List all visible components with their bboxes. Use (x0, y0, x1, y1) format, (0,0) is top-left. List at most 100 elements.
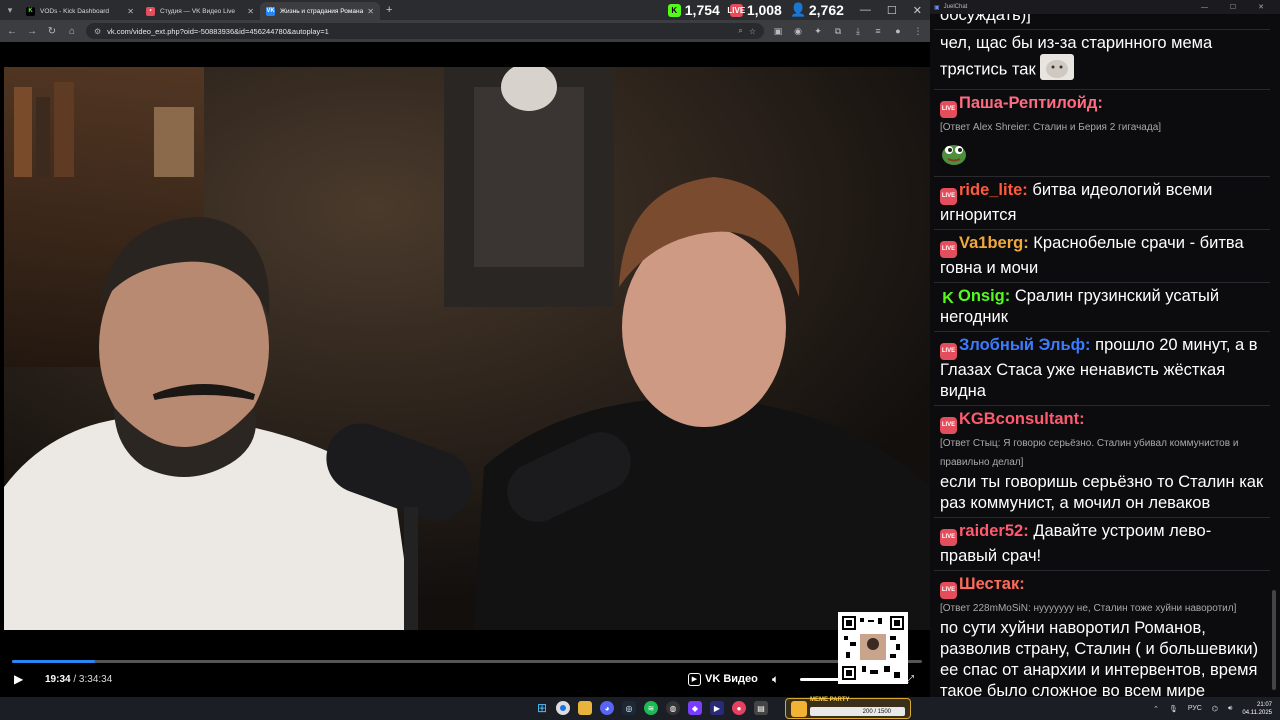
bookmark-star-icon[interactable]: ☆ (749, 27, 756, 36)
address-bar[interactable]: ⚙ vk.com/video_ext.php?oid=-50883936&id=… (86, 23, 764, 39)
site-info-icon[interactable]: ⚙ (94, 27, 101, 36)
kick-viewer-stat: K 1,754 (667, 2, 720, 18)
address-toolbar: ← → ↻ ⌂ ⚙ vk.com/video_ext.php?oid=-5088… (0, 20, 930, 42)
profile-icon[interactable]: ● (892, 26, 904, 36)
chat-message-text: по сути хуйни наворотил Романов, разволи… (940, 619, 1259, 697)
clock-date: 04.11.2025 (1242, 709, 1272, 716)
video-scene-image (4, 67, 930, 630)
tab-title: VODs - Kick Dashboard (40, 7, 109, 15)
qr-code-overlay (838, 612, 908, 684)
chat-message: LIVE Va1berg: Краснобелые срачи - битва г… (934, 230, 1270, 283)
lang-indicator[interactable]: РУС (1188, 705, 1202, 712)
chat-window-controls[interactable]: — ☐ ✕ (1201, 3, 1274, 11)
close-tab-icon[interactable]: ✕ (127, 7, 134, 16)
network-icon[interactable]: ⌬ (1212, 705, 1218, 713)
chat-username[interactable]: KGBconsultant: (959, 410, 1085, 428)
tab-strip: ▾ K VODs - Kick Dashboard ✕ • Студия — V… (0, 0, 930, 20)
play-icon[interactable]: ▶ (14, 672, 23, 686)
person-icon: 👤 (790, 2, 807, 17)
back-icon[interactable]: ← (6, 26, 18, 37)
cat-emote-icon (1040, 54, 1075, 86)
folder-icon[interactable] (578, 701, 592, 715)
extension-icon[interactable]: ✦ (812, 26, 824, 37)
windows-start-icon[interactable]: ⊞ (535, 701, 549, 715)
system-tray: ⌃ 🎙︎ РУС ⌬ 🔊︎ 21:07 04.11.2025 (1153, 697, 1272, 720)
reload-icon[interactable]: ↻ (46, 26, 58, 37)
total-viewer-count: 2,762 (808, 2, 844, 18)
zoom-icon[interactable]: ⌕ (738, 26, 742, 36)
chat-username[interactable]: Onsig: (958, 287, 1010, 305)
duration: / 3:34:34 (73, 673, 113, 685)
maximize-window-icon[interactable]: ☐ (887, 4, 897, 17)
meme-party-label: MEME PARTY (810, 697, 850, 703)
volume-slider[interactable] (800, 678, 840, 681)
forward-icon[interactable]: → (26, 26, 38, 37)
media-control-icon[interactable]: ≡ (872, 26, 884, 36)
download-icon[interactable]: ⤓ (852, 26, 864, 37)
tab-search-icon[interactable]: ▾ (0, 0, 20, 20)
close-tab-icon[interactable]: ✕ (247, 7, 254, 16)
chrome-icon[interactable] (556, 701, 570, 715)
chat-username[interactable]: Злобный Эльф: (959, 336, 1091, 354)
tab-title: Студия — VK Видео Live (160, 7, 236, 15)
app-icon[interactable]: ● (732, 701, 746, 715)
vk-viewer-count: 1,008 (746, 2, 782, 18)
tab-vk-studio[interactable]: • Студия — VK Видео Live ✕ (140, 2, 260, 20)
chevron-up-icon[interactable]: ⌃ (1153, 705, 1159, 713)
chat-username[interactable]: ride_lite: (959, 181, 1028, 199)
discord-icon[interactable]: ◕ (600, 701, 614, 715)
brand-label: VK Видео (705, 673, 758, 685)
pepe-frog-emote-icon (940, 139, 1264, 173)
obs-icon[interactable]: ◍ (666, 701, 680, 715)
vk-viewer-stat: LIVE 1,008 (727, 2, 782, 18)
viewer-stats: K 1,754 LIVE 1,008 👤 2,762 — ☐ ✕ (667, 0, 922, 20)
spotify-icon[interactable]: ≋ (644, 701, 658, 715)
chat-window: ▣ JuelChat — ☐ ✕ обсуждать)] чел, щас бы … (930, 0, 1280, 697)
chat-message: обсуждать)] (934, 14, 1270, 30)
media-player-icon[interactable]: ▶ (710, 701, 724, 715)
app-icon[interactable]: ◆ (688, 701, 702, 715)
extension-icon[interactable]: ▣ (772, 26, 784, 37)
chat-message: LIVE Паша-Рептилойд: [Ответ Alex Shreier:… (934, 90, 1270, 177)
chat-username[interactable]: Va1berg: (959, 234, 1029, 252)
total-viewer-stat: 👤 2,762 (790, 2, 844, 18)
chat-username[interactable]: Паша-Рептилойд: (959, 94, 1103, 112)
chat-username[interactable]: Шестак: (959, 575, 1025, 593)
vk-video-brand[interactable]: ▶ VK Видео (688, 672, 758, 686)
video-progress-bar[interactable] (12, 660, 922, 663)
clock[interactable]: 21:07 04.11.2025 (1242, 701, 1272, 717)
time-display: 19:34 / 3:34:34 (45, 674, 112, 685)
chat-message: K Onsig: Сралин грузинский усатый негодни… (934, 283, 1270, 332)
video-frame[interactable] (4, 67, 930, 630)
chat-reply-quote: [Ответ 228mMoSiN: нууууууу не, Сталин то… (940, 603, 1237, 614)
current-time: 19:34 (45, 673, 71, 685)
app-icon[interactable]: ▤ (754, 701, 768, 715)
close-window-icon[interactable]: ✕ (913, 4, 922, 17)
steam-icon[interactable]: ◎ (622, 701, 636, 715)
extensions-puzzle-icon[interactable]: ⧉ (832, 26, 844, 37)
vk-live-platform-icon: LIVE (940, 241, 957, 258)
speaker-tray-icon[interactable]: 🔊︎ (1228, 705, 1232, 713)
qr-code-image (842, 616, 904, 680)
microphone-icon[interactable]: 🎙︎ (1169, 705, 1178, 713)
kick-logo-icon: K (667, 3, 681, 17)
close-tab-icon[interactable]: ✕ (367, 7, 374, 16)
new-tab-button[interactable]: + (386, 4, 392, 16)
meme-party-mascot-icon (791, 700, 807, 717)
vk-live-platform-icon: LIVE (940, 417, 957, 434)
speaker-icon[interactable]: 🔈︎ (772, 672, 779, 687)
chat-message-list[interactable]: обсуждать)] чел, щас бы из-за старинного … (934, 14, 1270, 697)
meme-party-progress-text: 200 / 1500 (862, 708, 891, 715)
chat-message: LIVE raider52: Давайте устроим лево-правы… (934, 518, 1270, 571)
tab-vk-video[interactable]: VK Жизнь и страдания Романа Ан ✕ (260, 2, 380, 20)
chat-reply-quote: [Ответ Alex Shreier: Сталин и Берия 2 ги… (940, 122, 1162, 133)
minimize-window-icon[interactable]: — (860, 4, 871, 16)
tab-kick-dashboard[interactable]: K VODs - Kick Dashboard ✕ (20, 2, 140, 20)
vk-live-platform-icon: LIVE (940, 529, 957, 546)
vk-live-favicon-icon: • (146, 6, 155, 16)
chat-username[interactable]: raider52: (959, 522, 1029, 540)
menu-kebab-icon[interactable]: ⋮ (912, 26, 924, 37)
extension-icon[interactable]: ◉ (792, 26, 804, 37)
home-icon[interactable]: ⌂ (66, 26, 78, 37)
chat-scrollbar[interactable] (1272, 590, 1276, 690)
